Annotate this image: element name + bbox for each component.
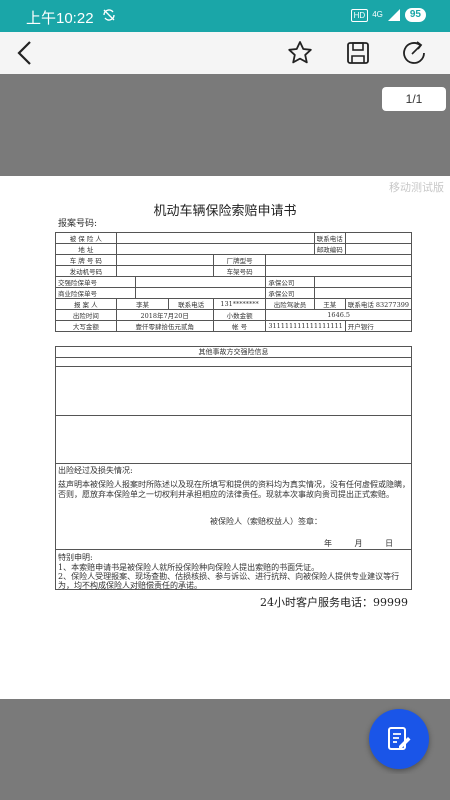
status-bar: 上午10:22 HD 4G 95 (0, 0, 450, 32)
contact-phone-label: 联系电话 (313, 232, 346, 244)
page-indicator: 1/1 (382, 87, 446, 111)
reporter-label: 报 案 人 (55, 298, 117, 310)
capital-amount-value: 壹仟零肆拾伍元贰角 (115, 320, 214, 332)
save-disk-icon (347, 42, 369, 64)
other-parties-body (55, 358, 412, 416)
vin-label: 车架号码 (212, 265, 267, 277)
accident-time-label: 出险时间 (55, 309, 117, 321)
driver-phone: 联系电话 83277399 (344, 298, 413, 310)
edit-fab-button[interactable] (369, 709, 429, 769)
save-button[interactable] (342, 37, 374, 69)
insurer-1-value (313, 276, 413, 288)
toolbar (0, 32, 450, 74)
back-arrow-icon (17, 41, 31, 65)
commercial-policy-value (134, 287, 267, 299)
special-note-2: 2、保险人受理报案、现场查勘、估损核损、参与诉讼、进行抗辩、向被保险人提供专业建… (58, 572, 400, 590)
address-label: 地 址 (55, 243, 117, 255)
edit-note-icon (388, 727, 411, 750)
report-number-label: 报案号码: (58, 219, 98, 229)
address-value (115, 243, 315, 255)
driver-phone-label: 联系电话 (347, 301, 374, 309)
account-label: 帐 号 (232, 323, 248, 331)
brand-value (265, 254, 412, 266)
driver-value: 王某 (313, 298, 346, 310)
bottom-bar (0, 774, 450, 800)
claim-form-table: 被 保 险 人 联系电话 地 址 邮政编码 车 牌 号 码 厂牌型号 发动机号码… (55, 232, 413, 332)
document-page[interactable]: 移动测试版 机动车辆保险索赔申请书 报案号码: 被 保 险 人 联系电话 地 址… (0, 176, 450, 699)
driver-label: 出险驾驶员 (265, 298, 315, 310)
accident-section: 出险经过及损失情况: 兹声明本被保险人报案时所陈述以及现在所填写和提供的资料均为… (55, 464, 412, 550)
share-button[interactable] (398, 37, 430, 69)
compulsory-policy-label: 交强险保单号 (55, 276, 136, 288)
brand-label: 厂牌型号 (212, 254, 267, 266)
accident-time-value: 2018年7月20日 (115, 309, 214, 321)
driver-phone-value: 83277399 (375, 301, 409, 309)
insurer-2-value (313, 287, 413, 299)
accident-label: 出险经过及损失情况: (58, 466, 133, 475)
star-icon (288, 41, 312, 64)
plate-label: 车 牌 号 码 (55, 254, 117, 266)
signature-date: 年 月 日 (324, 539, 395, 548)
other-parties-title: 其他事故方交强险信息 (56, 347, 411, 358)
sync-off-icon (103, 9, 115, 21)
account-value: 311111111111111111 (265, 320, 346, 332)
account-cell: 帐 号 (212, 320, 267, 332)
back-button[interactable] (10, 37, 42, 69)
watermark: 移动测试版 (389, 181, 444, 194)
amount-label: 小数金额 (212, 309, 267, 321)
blank-section (55, 416, 412, 464)
share-icon (403, 41, 425, 64)
compulsory-policy-value (134, 276, 267, 288)
reporter-phone-label: 联系电话 (168, 298, 214, 310)
insurer-2-label: 承保公司 (265, 287, 315, 299)
postcode-value (344, 243, 413, 255)
capital-amount-label: 大写金额 (55, 320, 117, 332)
commercial-policy-label: 商业险保单号 (55, 287, 136, 299)
special-notes-section: 特别申明: 1、本索赔申请书是被保险人就所投保险种向保险人提出索赔的书面凭证。 … (55, 550, 412, 590)
reporter-phone-value: 131******** (212, 298, 267, 310)
insured-value (115, 232, 315, 244)
bank-label: 开户银行 (344, 320, 413, 332)
favorite-button[interactable] (284, 37, 316, 69)
signal-icon (387, 9, 400, 21)
service-hotline: 24小时客户服务电话：99999 (260, 596, 408, 609)
engine-label: 发动机号码 (55, 265, 117, 277)
declaration-text: 兹声明本被保险人报案时所陈述以及现在所填写和提供的资料均为真实情况，没有任何虚假… (58, 480, 410, 499)
postcode-label: 邮政编码 (313, 243, 346, 255)
reporter-value: 李某 (115, 298, 170, 310)
vin-value (265, 265, 412, 277)
status-time: 上午10:22 (26, 10, 94, 27)
status-icons: HD 4G 95 (350, 8, 426, 22)
insured-label: 被 保 险 人 (55, 232, 117, 244)
hd-badge: HD (350, 8, 369, 22)
network-type: 4G (372, 10, 383, 19)
insurer-1-label: 承保公司 (265, 276, 315, 288)
engine-value (115, 265, 214, 277)
contact-phone-value (344, 232, 413, 244)
battery-level: 95 (404, 8, 426, 22)
plate-value (115, 254, 214, 266)
signature-label: 被保险人（索赔权益人）签章： (210, 517, 322, 526)
amount-value: 1646.5 (265, 309, 412, 321)
